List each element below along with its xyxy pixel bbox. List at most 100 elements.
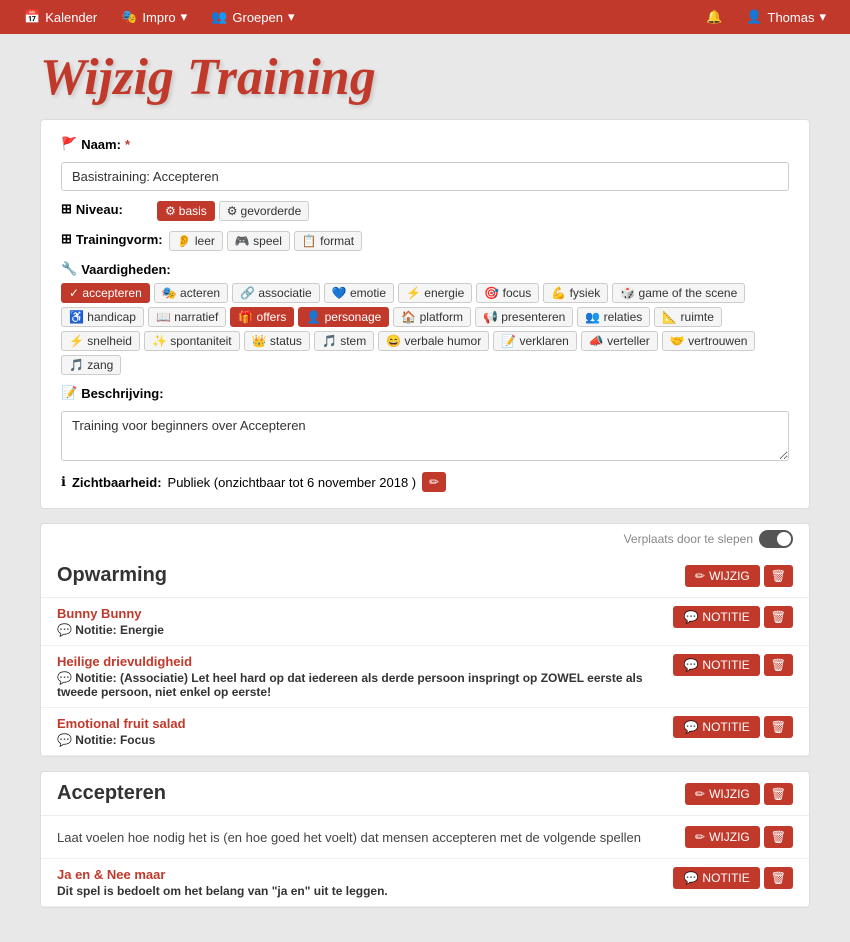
- navbar-right: 🔔 👤 Thomas ▾: [694, 0, 838, 34]
- exercise-title-heilige[interactable]: Heilige drievuldigheid: [57, 654, 673, 669]
- user-menu[interactable]: 👤 Thomas ▾: [734, 0, 838, 34]
- notification-btn[interactable]: 🔔: [694, 0, 734, 34]
- notification-icon: 🔔: [706, 9, 722, 25]
- zichtbaarheid-edit-btn[interactable]: ✏: [422, 472, 446, 492]
- user-chevron-icon: ▾: [819, 9, 826, 25]
- niveau-label: ⊞ Niveau:: [61, 201, 151, 217]
- tag-relaties[interactable]: 👥 relaties: [577, 307, 650, 327]
- wijzig-btn-opwarming[interactable]: ✏ WIJZIG: [685, 565, 760, 587]
- pencil-icon-acc: ✏: [695, 787, 705, 801]
- exercise-jaen: Ja en & Nee maar Dit spel is bedoelt om …: [41, 859, 809, 907]
- zichtbaarheid-label: Zichtbaarheid:: [72, 475, 162, 490]
- exercise-header-jaen: Ja en & Nee maar Dit spel is bedoelt om …: [57, 867, 793, 898]
- naam-label: 🚩 Naam: *: [61, 136, 151, 152]
- delete-btn-bunnybunny[interactable]: 🗑: [764, 606, 793, 628]
- delete-btn-emotional[interactable]: 🗑: [764, 716, 793, 738]
- tag-offers[interactable]: 🎁 offers: [230, 307, 294, 327]
- section-accepteren: Accepteren ✏ WIJZIG 🗑 Laat voelen hoe no…: [40, 771, 810, 908]
- tag-stem[interactable]: 🎵 stem: [314, 331, 374, 351]
- zichtbaarheid-row: ℹ Zichtbaarheid: Publiek (onzichtbaar to…: [61, 472, 789, 492]
- trainingvorm-label: ⊞ Trainingvorm:: [61, 231, 163, 247]
- tag-verbalehumor[interactable]: 😄 verbale humor: [378, 331, 489, 351]
- tag-accepteren[interactable]: ✓ accepteren: [61, 283, 150, 303]
- section-title-accepteren: Accepteren: [57, 782, 166, 805]
- section-desc-text: Laat voelen hoe nodig het is (en hoe goe…: [57, 830, 641, 845]
- tag-energie[interactable]: ⚡ energie: [398, 283, 472, 303]
- tag-zang[interactable]: 🎵 zang: [61, 355, 121, 375]
- trainingvorm-icon: ⊞: [61, 231, 72, 247]
- notitie-btn-bunnybunny[interactable]: 💬 NOTITIE: [673, 606, 759, 628]
- tag-fysiek[interactable]: 💪 fysiek: [543, 283, 608, 303]
- delete-btn-accepteren[interactable]: 🗑: [764, 783, 793, 805]
- exercise-actions-bunnybunny: 💬 NOTITIE 🗑: [673, 606, 793, 628]
- exercise-title-jaen[interactable]: Ja en & Nee maar: [57, 867, 388, 882]
- tag-focus[interactable]: 🎯 focus: [476, 283, 539, 303]
- section-actions-accepteren: ✏ WIJZIG 🗑: [685, 783, 793, 805]
- nav-groepen[interactable]: 👥 Groepen ▾: [199, 0, 306, 34]
- exercise-heilige: Heilige drievuldigheid 💬 Notitie: (Assoc…: [41, 646, 809, 708]
- tag-narratief[interactable]: 📖 narratief: [148, 307, 226, 327]
- drag-hint-opwarming: Verplaats door te slepen: [41, 524, 809, 554]
- exercise-title-emotional[interactable]: Emotional fruit salad: [57, 716, 186, 731]
- tag-leer[interactable]: 👂 leer: [169, 231, 223, 251]
- exercise-actions-jaen: 💬 NOTITIE 🗑: [673, 867, 793, 889]
- tag-platform[interactable]: 🏠 platform: [393, 307, 471, 327]
- tag-verteller[interactable]: 📣 verteller: [581, 331, 658, 351]
- nav-groepen-label: Groepen: [232, 10, 283, 25]
- chevron-down-icon: ▾: [181, 9, 188, 25]
- beschrijving-icon: 📝: [61, 385, 77, 401]
- tag-icon: ⚙: [227, 204, 238, 218]
- tag-status[interactable]: 👑 status: [244, 331, 310, 351]
- zichtbaarheid-value: Publiek (onzichtbaar tot 6 november 2018…: [168, 475, 417, 490]
- chat-icon-heilige: 💬: [683, 658, 698, 672]
- tag-personage[interactable]: 👤 personage: [298, 307, 389, 327]
- tag-format[interactable]: 📋 format: [294, 231, 362, 251]
- exercise-title-bunnybunny[interactable]: Bunny Bunny: [57, 606, 164, 621]
- drag-toggle-opwarming[interactable]: [759, 530, 793, 548]
- delete-btn-heilige[interactable]: 🗑: [764, 654, 793, 676]
- nav-kalender[interactable]: 📅 Kalender: [12, 0, 109, 34]
- navbar: 📅 Kalender 🎭 Impro ▾ 👥 Groepen ▾ 🔔 👤 Tho…: [0, 0, 850, 34]
- exercise-notitie-bunnybunny: 💬 Notitie: Energie: [57, 623, 164, 637]
- chevron-down-icon-groepen: ▾: [288, 9, 295, 25]
- notitie-btn-heilige[interactable]: 💬 NOTITIE: [673, 654, 759, 676]
- tag-handicap[interactable]: ♿ handicap: [61, 307, 144, 327]
- tag-spontaniteit[interactable]: ✨ spontaniteit: [144, 331, 240, 351]
- exercise-notitie-jaen: Dit spel is bedoelt om het belang van "j…: [57, 884, 388, 898]
- tag-gameofthescene[interactable]: 🎲 game of the scene: [612, 283, 745, 303]
- chat-icon-emotional: 💬: [683, 720, 698, 734]
- tag-speel[interactable]: 🎮 speel: [227, 231, 290, 251]
- tag-verklaren[interactable]: 📝 verklaren: [493, 331, 577, 351]
- tag-associatie[interactable]: 🔗 associatie: [232, 283, 320, 303]
- wijzig-btn-accepteren[interactable]: ✏ WIJZIG: [685, 783, 760, 805]
- section-header-accepteren: Accepteren ✏ WIJZIG 🗑: [41, 772, 809, 816]
- vaardigheden-row: 🔧 Vaardigheden: ✓ accepteren 🎭 acteren 🔗…: [61, 261, 789, 375]
- beschrijving-textarea[interactable]: Training voor beginners over Accepteren: [61, 411, 789, 461]
- notitie-btn-jaen[interactable]: 💬 NOTITIE: [673, 867, 759, 889]
- tag-acteren[interactable]: 🎭 acteren: [154, 283, 228, 303]
- tag-emotie[interactable]: 💙 emotie: [324, 283, 394, 303]
- delete-btn-accepteren2[interactable]: 🗑: [764, 826, 793, 848]
- exercise-header-emotional: Emotional fruit salad 💬 Notitie: Focus 💬…: [57, 716, 793, 747]
- notitie-btn-emotional[interactable]: 💬 NOTITIE: [673, 716, 759, 738]
- section-description-accepteren: Laat voelen hoe nodig het is (en hoe goe…: [41, 816, 809, 859]
- naam-input[interactable]: [61, 162, 789, 191]
- delete-btn-jaen[interactable]: 🗑: [764, 867, 793, 889]
- calendar-icon: 📅: [24, 9, 40, 25]
- niveau-tags: ⚙ basis ⚙ gevorderde: [157, 201, 309, 221]
- niveau-tag-basis[interactable]: ⚙ basis: [157, 201, 215, 221]
- niveau-tag-gevorderde[interactable]: ⚙ gevorderde: [219, 201, 309, 221]
- nav-impro[interactable]: 🎭 Impro ▾: [109, 0, 199, 34]
- tag-snelheid[interactable]: ⚡ snelheid: [61, 331, 140, 351]
- tag-presenteren[interactable]: 📢 presenteren: [475, 307, 573, 327]
- groepen-icon: 👥: [211, 9, 227, 25]
- page-title: Wijzig Training: [40, 48, 810, 107]
- exercise-header-heilige: Heilige drievuldigheid 💬 Notitie: (Assoc…: [57, 654, 793, 699]
- user-name: Thomas: [768, 10, 815, 25]
- delete-btn-opwarming[interactable]: 🗑: [764, 565, 793, 587]
- wijzig-btn-accepteren2[interactable]: ✏ WIJZIG: [685, 826, 760, 848]
- section-title-opwarming: Opwarming: [57, 564, 167, 587]
- tag-ruimte[interactable]: 📐 ruimte: [654, 307, 722, 327]
- pencil-icon-acc2: ✏: [695, 830, 705, 844]
- tag-vertrouwen[interactable]: 🤝 vertrouwen: [662, 331, 756, 351]
